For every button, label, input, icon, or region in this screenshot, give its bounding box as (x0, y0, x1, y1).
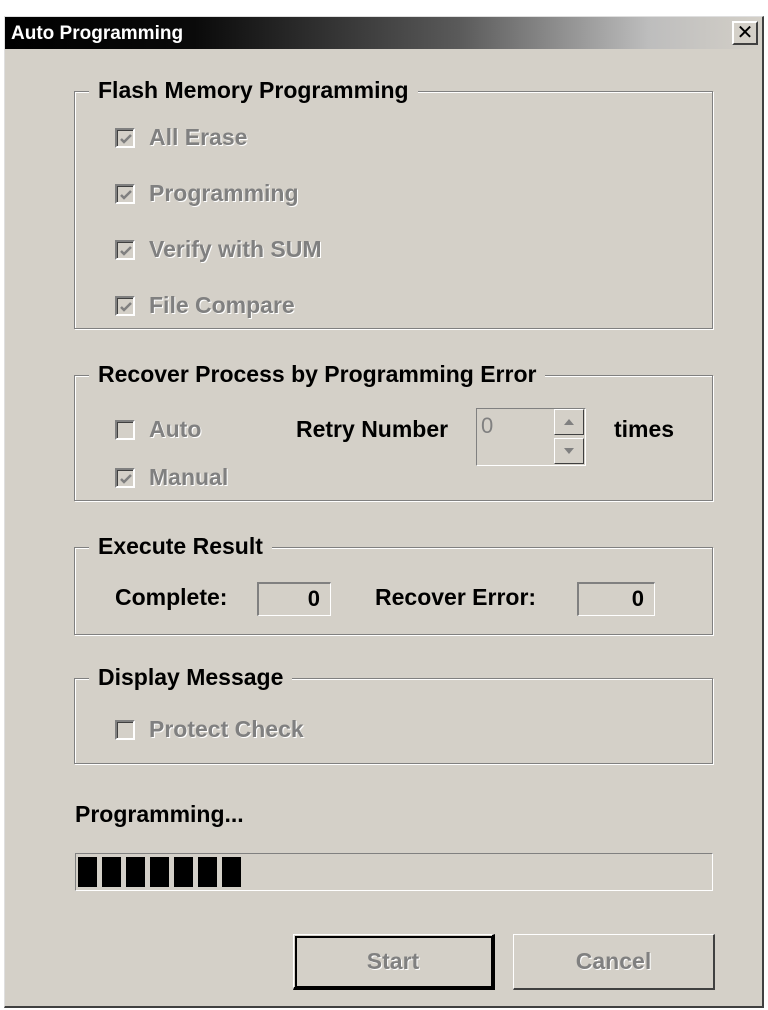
progress-block (102, 857, 121, 887)
progress-block (150, 857, 169, 887)
cancel-button[interactable]: Cancel (513, 934, 715, 990)
recover-process-group: Recover Process by Programming Error Aut… (74, 361, 713, 501)
checkmark-icon (120, 133, 132, 144)
execute-result-group: Execute Result Complete: 0 Recover Error… (74, 533, 713, 635)
complete-label: Complete: (115, 584, 228, 610)
flash-memory-programming-group: Flash Memory Programming All Erase Progr… (74, 77, 713, 329)
group-label-message: Display Message (89, 664, 293, 691)
auto-programming-dialog: Auto Programming ✕ Flash Memory Programm… (4, 16, 764, 1008)
close-icon: ✕ (736, 22, 754, 44)
verify-with-sum-label: Verify with SUM (149, 236, 322, 262)
checkmark-icon (120, 473, 132, 484)
progress-block (126, 857, 145, 887)
checkbox-box (115, 183, 135, 204)
progress-bar (75, 853, 713, 891)
title-bar[interactable]: Auto Programming ✕ (5, 17, 762, 49)
checkbox-box (115, 127, 135, 148)
retry-number-label: Retry Number (296, 416, 449, 442)
start-button[interactable]: Start (293, 934, 495, 990)
verify-with-sum-checkbox[interactable]: Verify with SUM (115, 236, 322, 263)
checkbox-box (115, 719, 135, 740)
manual-label: Manual (149, 464, 229, 490)
progress-block (222, 857, 241, 887)
checkbox-box (115, 419, 135, 440)
progress-block (174, 857, 193, 887)
group-label-result: Execute Result (89, 533, 272, 560)
complete-count: 0 (257, 582, 331, 616)
group-label-recover: Recover Process by Programming Error (89, 361, 546, 388)
recover-error-label: Recover Error: (375, 584, 537, 610)
checkbox-box (115, 295, 135, 316)
close-button[interactable]: ✕ (732, 21, 758, 45)
programming-checkbox[interactable]: Programming (115, 180, 299, 207)
auto-label: Auto (149, 416, 202, 442)
arrow-up-icon (564, 419, 574, 425)
checkmark-icon (120, 301, 132, 312)
checkmark-icon (120, 245, 132, 256)
window-title: Auto Programming (11, 23, 184, 44)
progress-fill (78, 857, 246, 887)
protect-check-checkbox[interactable]: Protect Check (115, 716, 304, 743)
progress-block (198, 857, 217, 887)
auto-checkbox[interactable]: Auto (115, 416, 201, 443)
checkbox-box (115, 467, 135, 488)
programming-label: Programming (149, 180, 299, 206)
group-label-flash: Flash Memory Programming (89, 77, 418, 104)
checkmark-icon (120, 189, 132, 200)
checkbox-box (115, 239, 135, 260)
all-erase-checkbox[interactable]: All Erase (115, 124, 247, 151)
file-compare-label: File Compare (149, 292, 295, 318)
display-message-group: Display Message Protect Check (74, 664, 713, 764)
status-text: Programming... (75, 801, 244, 827)
spin-down-button[interactable] (554, 438, 584, 464)
progress-block (78, 857, 97, 887)
manual-checkbox[interactable]: Manual (115, 464, 228, 491)
spin-up-button[interactable] (554, 409, 584, 435)
retry-number-value: 0 (481, 413, 494, 438)
protect-check-label: Protect Check (149, 716, 304, 742)
all-erase-label: All Erase (149, 124, 248, 150)
recover-error-count: 0 (577, 582, 655, 616)
times-label: times (614, 416, 675, 442)
arrow-down-icon (564, 448, 574, 454)
file-compare-checkbox[interactable]: File Compare (115, 292, 295, 319)
